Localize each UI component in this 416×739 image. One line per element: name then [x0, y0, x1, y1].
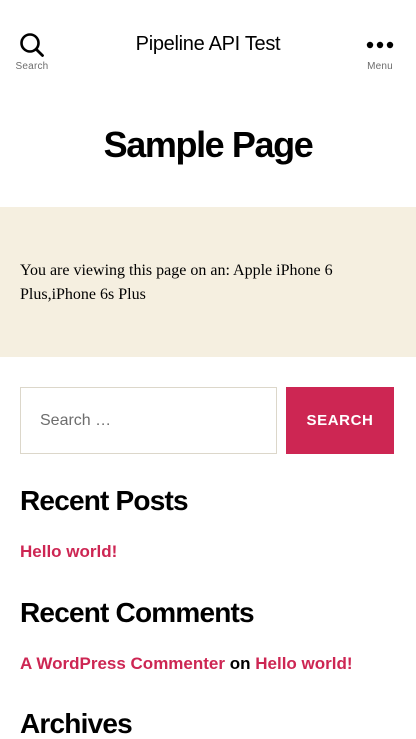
recent-comments-heading: Recent Comments — [20, 597, 255, 628]
search-input[interactable]: Search … — [20, 387, 277, 454]
recent-posts-heading: Recent Posts — [20, 485, 189, 516]
page-content-text: You are viewing this page on an: Apple i… — [20, 262, 333, 303]
site-header: Search Pipeline API Test Menu — [0, 0, 416, 92]
search-toggle-label: Search — [15, 61, 49, 72]
comment-author-link[interactable]: A WordPress Commenter — [20, 654, 225, 673]
archives-heading: Archives — [20, 708, 133, 739]
search-toggle[interactable]: Search — [2, 32, 62, 72]
page: Search Pipeline API Test Menu Sample Pag… — [0, 0, 416, 739]
page-content: You are viewing this page on an: Apple i… — [0, 207, 416, 357]
comment-post-link[interactable]: Hello world! — [255, 654, 352, 673]
site-title[interactable]: Pipeline API Test — [80, 33, 336, 56]
comment-connector: on — [229, 654, 251, 673]
recent-post-link[interactable]: Hello world! — [20, 542, 117, 562]
page-title: Sample Page — [103, 124, 314, 165]
recent-comment-item: A WordPress Commenter on Hello world! — [20, 654, 353, 674]
menu-toggle-label: Menu — [367, 61, 393, 72]
search-icon — [20, 33, 44, 57]
more-horizontal-icon — [366, 41, 394, 49]
menu-toggle[interactable]: Menu — [350, 32, 410, 72]
search-submit-button[interactable]: SEARCH — [286, 387, 394, 454]
